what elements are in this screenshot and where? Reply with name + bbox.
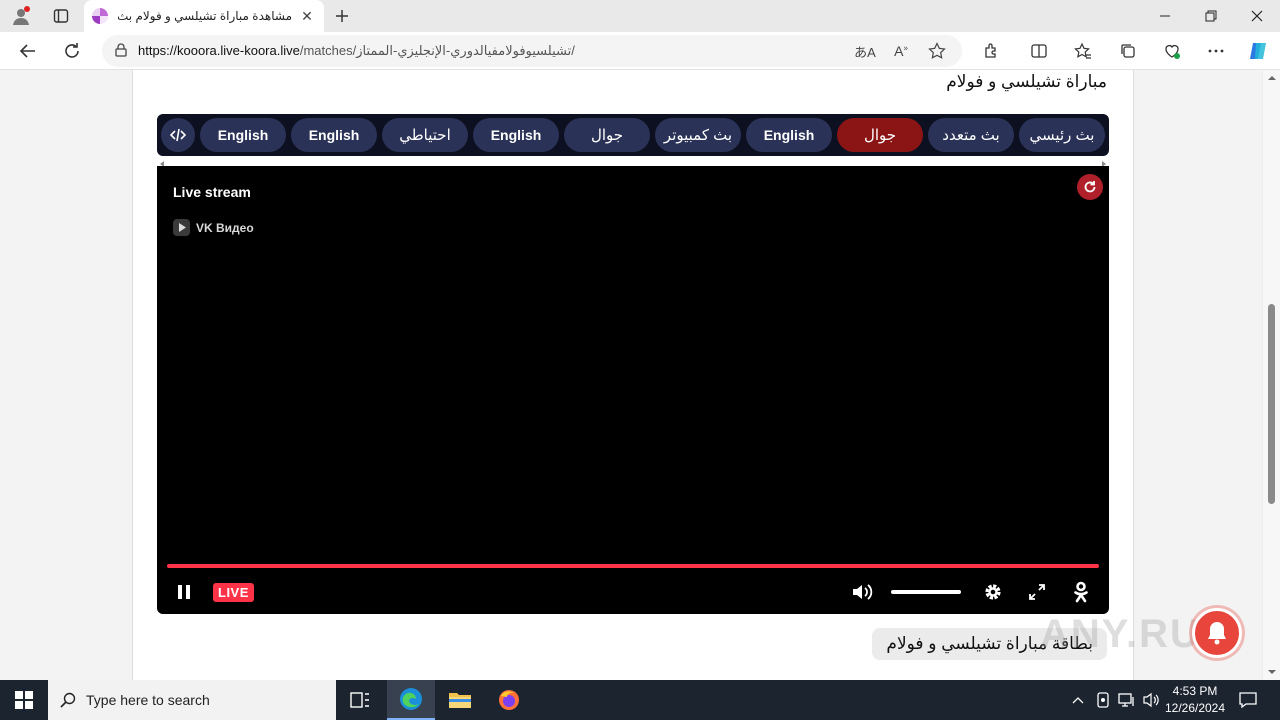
volume-icon (853, 584, 873, 600)
favorites-icon[interactable] (1068, 36, 1098, 66)
pause-icon (178, 585, 190, 599)
site-favicon-icon (92, 8, 108, 24)
more-menu-icon[interactable] (1201, 36, 1231, 66)
url-path: /matches/تشيلسيوفولامفيالدوري-الإنجليزي-… (299, 43, 575, 58)
server-row-scrollbar[interactable] (157, 156, 1109, 167)
url-host: https://kooora.live-koora.live (138, 43, 300, 58)
navigation-bar: https://kooora.live-koora.live/matches/ت… (0, 32, 1280, 70)
taskbar-edge[interactable] (387, 680, 435, 720)
server-button[interactable]: بث رئيسي (1019, 118, 1105, 152)
fullscreen-icon (1029, 584, 1045, 600)
minimize-button[interactable] (1142, 0, 1188, 32)
server-button[interactable]: بث كمبيوتر (655, 118, 741, 152)
pause-button[interactable] (171, 576, 197, 608)
server-button[interactable]: بث متعدد (928, 118, 1014, 152)
clock-time: 4:53 PM (1172, 684, 1218, 698)
url-text[interactable]: https://kooora.live-koora.live/matches/ت… (138, 43, 852, 59)
page-content: مباراة تشيلسي و فولام بث رئيسي بث متعدد … (132, 70, 1134, 680)
play-logo-icon (173, 219, 190, 236)
task-view-button[interactable] (336, 680, 384, 720)
search-icon (60, 692, 76, 708)
read-aloud-icon[interactable]: A» (888, 38, 914, 64)
reload-icon (1084, 181, 1096, 193)
system-clock[interactable]: 4:53 PM 12/26/2024 (1160, 683, 1230, 717)
tab-title: مشاهدة مباراة تشيلسي و فولام بث مباشر (118, 9, 292, 23)
firefox-icon (499, 690, 519, 710)
taskbar-search-box[interactable]: Type here to search (48, 680, 336, 720)
tray-device-icon[interactable] (1092, 680, 1114, 720)
close-tab-icon[interactable]: ✕ (298, 7, 316, 25)
gear-icon (985, 584, 1001, 600)
favorite-star-icon[interactable] (924, 38, 950, 64)
close-window-button[interactable] (1234, 0, 1280, 32)
tab-strip: مشاهدة مباراة تشيلسي و فولام بث مباشر ✕ (0, 0, 1280, 32)
scrollbar-thumb[interactable] (1268, 304, 1275, 504)
notification-bell-button[interactable] (1192, 608, 1242, 658)
server-button[interactable]: English (473, 118, 559, 152)
task-view-icon (350, 692, 369, 708)
back-button[interactable] (13, 36, 43, 66)
embed-code-button[interactable] (161, 118, 195, 152)
address-bar[interactable]: https://kooora.live-koora.live/matches/ت… (102, 35, 962, 67)
odnoklassniki-button[interactable] (1065, 576, 1097, 608)
copilot-icon[interactable] (1243, 36, 1273, 66)
progress-bar[interactable] (167, 564, 1099, 568)
extensions-icon[interactable] (976, 36, 1006, 66)
video-player[interactable]: Live stream VK Видео LIVE (157, 166, 1109, 614)
code-icon (170, 128, 186, 142)
restore-button[interactable] (1188, 0, 1234, 32)
browser-essentials-icon[interactable] (1157, 36, 1187, 66)
translate-icon[interactable]: あA (852, 38, 878, 64)
lock-icon[interactable] (114, 42, 128, 60)
bell-icon (1208, 622, 1226, 645)
provider-name: VK Видео (196, 220, 254, 235)
odnoklassniki-icon (1074, 581, 1088, 603)
edge-icon (400, 688, 422, 710)
refresh-button[interactable] (57, 36, 87, 66)
speaker-icon[interactable] (1140, 680, 1162, 720)
fullscreen-button[interactable] (1021, 576, 1053, 608)
page-viewport: مباراة تشيلسي و فولام بث رئيسي بث متعدد … (0, 70, 1262, 680)
server-button[interactable]: English (200, 118, 286, 152)
page-scrollbar[interactable] (1262, 70, 1280, 680)
volume-slider[interactable] (891, 590, 961, 594)
collections-icon[interactable] (1113, 36, 1143, 66)
profile-icon[interactable] (6, 3, 36, 29)
settings-button[interactable] (977, 576, 1009, 608)
chevron-up-icon (1072, 697, 1084, 704)
tab-actions-icon[interactable] (46, 3, 76, 29)
volume-button[interactable] (847, 576, 877, 608)
page-title: مباراة تشيلسي و فولام (946, 72, 1107, 91)
server-button[interactable]: جوال (564, 118, 650, 152)
live-badge: LIVE (213, 583, 254, 602)
windows-taskbar: Type here to search 4:53 PM 12/26/2024 (0, 680, 1280, 720)
active-tab[interactable]: مشاهدة مباراة تشيلسي و فولام بث مباشر ✕ (84, 0, 324, 32)
reload-stream-button[interactable] (1077, 174, 1103, 200)
folder-icon (449, 693, 471, 708)
server-selector: بث رئيسي بث متعدد جوال English بث كمبيوت… (157, 114, 1109, 156)
search-placeholder: Type here to search (86, 692, 210, 708)
show-hidden-icons-button[interactable] (1068, 680, 1088, 720)
notifications-center-button[interactable] (1234, 680, 1262, 720)
taskbar-firefox[interactable] (485, 680, 533, 720)
server-button-active[interactable]: جوال (837, 118, 923, 152)
split-screen-icon[interactable] (1024, 36, 1054, 66)
vk-video-logo[interactable]: VK Видео (173, 219, 254, 236)
windows-logo-icon (15, 691, 33, 709)
clock-date: 12/26/2024 (1164, 701, 1226, 715)
server-button[interactable]: English (746, 118, 832, 152)
network-icon[interactable] (1116, 680, 1138, 720)
stream-title: Live stream (173, 184, 251, 200)
new-tab-button[interactable] (330, 4, 354, 28)
taskbar-file-explorer[interactable] (436, 680, 484, 720)
start-button[interactable] (0, 680, 48, 720)
action-center-icon (1239, 692, 1257, 708)
server-button[interactable]: احتياطي (382, 118, 468, 152)
server-button[interactable]: English (291, 118, 377, 152)
